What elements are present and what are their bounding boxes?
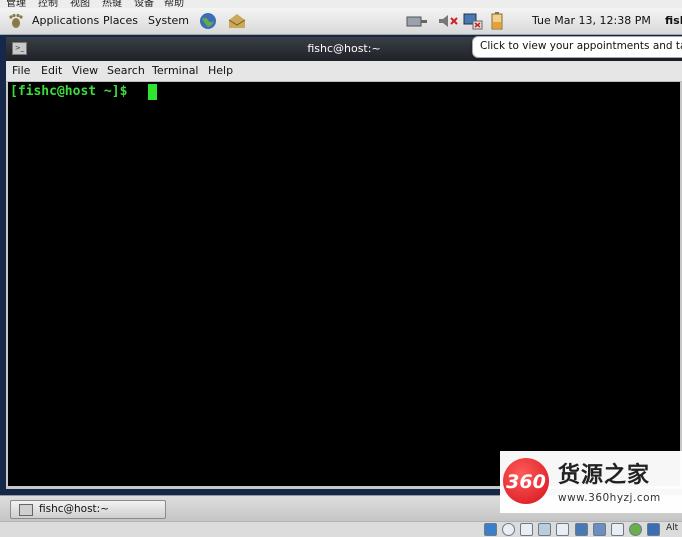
shell-prompt: [fishc@host ~]$ <box>10 84 136 99</box>
menu-view[interactable]: View <box>72 64 98 77</box>
vm-hdd-icon[interactable] <box>484 523 497 536</box>
menu-terminal[interactable]: Terminal <box>152 64 199 77</box>
package-updates-icon[interactable] <box>463 12 483 30</box>
battery-icon[interactable] <box>491 12 503 30</box>
vm-floppy-icon[interactable] <box>520 523 533 536</box>
host-key-label: Alt <box>666 523 679 533</box>
host-menu-item[interactable]: 热键 <box>102 0 122 8</box>
host-menu-item[interactable]: 视图 <box>70 0 90 8</box>
terminal-icon <box>19 504 33 516</box>
menu-edit[interactable]: Edit <box>41 64 62 77</box>
host-menu-item[interactable]: 控制 <box>38 0 58 8</box>
vm-display-icon[interactable] <box>575 523 588 536</box>
taskbar-window-label: fishc@host:~ <box>39 503 110 515</box>
vm-pencil-icon[interactable] <box>538 523 551 536</box>
user-switcher[interactable]: fishc <box>665 14 682 27</box>
terminal-window: >_ fishc@host:~ File Edit View Search Te… <box>6 37 682 489</box>
watermark-url: www.360hyzj.com <box>558 492 661 504</box>
applications-foot-icon[interactable] <box>8 13 24 29</box>
tooltip-text: Click to view your appointments and task… <box>480 40 682 52</box>
watermark-logo: 360 <box>503 458 549 504</box>
menu-search[interactable]: Search <box>107 64 145 77</box>
vm-network-icon[interactable] <box>593 523 606 536</box>
taskbar-window-button[interactable]: fishc@host:~ <box>10 500 166 519</box>
system-menu[interactable]: System <box>148 14 189 27</box>
host-menu-item[interactable]: 设备 <box>134 0 154 8</box>
host-menu-item[interactable]: 帮助 <box>164 0 184 8</box>
watermark-logo-text: 360 <box>506 471 546 493</box>
watermark: 360 货源之家 www.360hyzj.com <box>500 451 682 513</box>
clock[interactable]: Tue Mar 13, 12:38 PM <box>532 14 651 27</box>
vm-shared-folder-icon[interactable] <box>556 523 569 536</box>
menu-file[interactable]: File <box>12 64 30 77</box>
volume-muted-icon[interactable] <box>437 13 459 29</box>
terminal-menubar: File Edit View Search Terminal Help <box>6 61 682 82</box>
terminal-screen[interactable]: [fishc@host ~]$ <box>8 82 680 486</box>
web-browser-globe-icon[interactable] <box>198 11 218 31</box>
host-menu-bar: 管理 控制 视图 热键 设备 帮助 <box>0 0 682 8</box>
vm-mouse-integration-icon[interactable] <box>629 523 642 536</box>
applications-menu[interactable]: Applications <box>32 14 99 27</box>
text-cursor <box>148 84 157 100</box>
network-icon[interactable] <box>406 13 428 29</box>
vm-status-bar: Alt <box>0 521 682 537</box>
host-menu-item[interactable]: 管理 <box>6 0 26 8</box>
vm-usb-icon[interactable] <box>611 523 624 536</box>
vm-download-icon[interactable] <box>647 523 660 536</box>
vm-optical-drive-icon[interactable] <box>502 523 515 536</box>
menu-help[interactable]: Help <box>208 64 233 77</box>
mail-client-icon[interactable] <box>226 11 248 31</box>
top-panel: Applications Places System Tue Mar 13, 1… <box>0 8 682 35</box>
places-menu[interactable]: Places <box>103 14 138 27</box>
clock-tooltip: Click to view your appointments and task… <box>472 36 682 58</box>
watermark-name: 货源之家 <box>558 463 651 488</box>
